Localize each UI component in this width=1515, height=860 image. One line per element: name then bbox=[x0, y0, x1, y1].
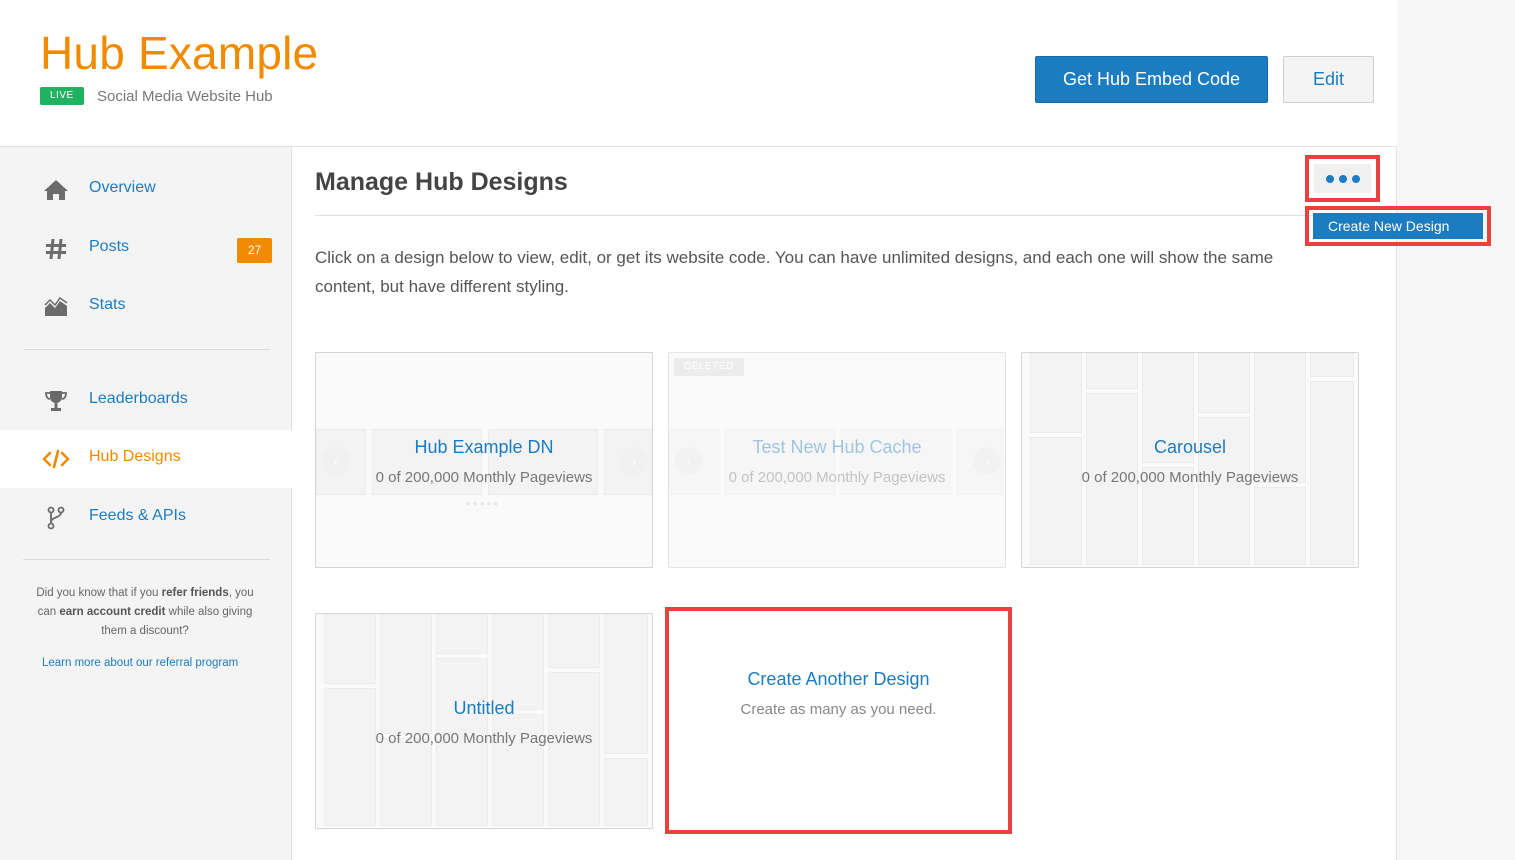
sidebar-item-overview[interactable]: Overview bbox=[0, 161, 292, 219]
title-divider bbox=[315, 215, 1370, 216]
design-card-untitled[interactable]: Untitled 0 of 200,000 Monthly Pageviews bbox=[315, 613, 653, 829]
referral-program-link[interactable]: Learn more about our referral program bbox=[42, 657, 238, 669]
create-another-subtitle: Create as many as you need. bbox=[740, 701, 937, 718]
design-name: Untitled bbox=[453, 698, 515, 718]
sidebar-item-label: Stats bbox=[89, 296, 126, 313]
sidebar-item-feeds-apis[interactable]: Feeds & APIs bbox=[0, 489, 292, 547]
code-icon bbox=[42, 446, 70, 472]
more-dots-icon[interactable] bbox=[1314, 164, 1371, 193]
create-new-highlight: Create New Design bbox=[1305, 206, 1491, 246]
right-gutter bbox=[1398, 0, 1515, 860]
create-another-design-card[interactable]: Create Another Design Create as many as … bbox=[671, 613, 1006, 828]
home-icon bbox=[42, 177, 70, 203]
live-status-badge: LIVE bbox=[40, 87, 84, 105]
create-new-design-button[interactable]: Create New Design bbox=[1313, 213, 1483, 239]
referral-note: Did you know that if you refer friends, … bbox=[36, 587, 254, 637]
design-pageviews: 0 of 200,000 Monthly Pageviews bbox=[375, 469, 593, 486]
app-window: Hub Example LIVE Social Media Website Hu… bbox=[0, 0, 1397, 860]
sidebar-item-hub-designs[interactable]: Hub Designs bbox=[0, 430, 292, 488]
sidebar-item-leaderboards[interactable]: Leaderboards bbox=[0, 372, 292, 430]
carousel-dots: ●●●●● bbox=[466, 499, 501, 508]
hub-header: Hub Example LIVE Social Media Website Hu… bbox=[0, 0, 1397, 147]
hub-subtitle: Social Media Website Hub bbox=[97, 88, 273, 105]
design-card-carousel[interactable]: Carousel 0 of 200,000 Monthly Pageviews bbox=[1021, 352, 1359, 568]
sidebar-item-label: Posts bbox=[89, 238, 130, 255]
create-another-highlight: Create Another Design Create as many as … bbox=[665, 607, 1012, 834]
sidebar-item-label: Leaderboards bbox=[89, 390, 188, 407]
get-embed-code-button[interactable]: Get Hub Embed Code bbox=[1035, 56, 1268, 103]
sidebar-divider bbox=[23, 349, 270, 350]
design-pageviews: 0 of 200,000 Monthly Pageviews bbox=[375, 730, 593, 747]
design-name: Hub Example DN bbox=[414, 437, 554, 457]
edit-hub-button[interactable]: Edit bbox=[1283, 56, 1374, 103]
more-menu-highlight bbox=[1305, 155, 1380, 202]
hub-title: Hub Example bbox=[40, 27, 319, 79]
stats-chart-icon bbox=[42, 294, 70, 320]
design-name: Carousel bbox=[1153, 437, 1227, 457]
fork-icon bbox=[42, 505, 70, 531]
trophy-icon bbox=[42, 388, 70, 414]
page-title: Manage Hub Designs bbox=[315, 168, 568, 196]
posts-count-badge: 27 bbox=[237, 238, 272, 263]
design-card-hub-example-dn[interactable]: ‹ › ●●●●● Hub Example DN 0 of 200,000 Mo… bbox=[315, 352, 653, 568]
design-pageviews: 0 of 200,000 Monthly Pageviews bbox=[728, 469, 946, 486]
intro-text: Click on a design below to view, edit, o… bbox=[315, 248, 1274, 296]
create-another-title: Create Another Design bbox=[747, 669, 930, 689]
hashtag-icon bbox=[42, 236, 70, 262]
sidebar-divider bbox=[23, 559, 270, 560]
design-pageviews: 0 of 200,000 Monthly Pageviews bbox=[1081, 469, 1299, 486]
sidebar-item-stats[interactable]: Stats bbox=[0, 278, 292, 336]
card-preview bbox=[316, 614, 652, 828]
sidebar-item-label: Hub Designs bbox=[89, 448, 181, 465]
card-preview bbox=[1022, 353, 1358, 567]
sidebar-item-label: Overview bbox=[89, 179, 156, 196]
sidebar: Overview Posts 27 Stats Leaderboards Hub… bbox=[0, 147, 292, 860]
card-preview: ‹ › ●●●●● bbox=[316, 353, 652, 567]
design-card-test-new-hub-cache[interactable]: ‹ › DELETED Test New Hub Cache 0 of 200,… bbox=[668, 352, 1006, 568]
card-preview: ‹ › bbox=[669, 353, 1005, 567]
deleted-badge: DELETED bbox=[674, 358, 744, 376]
sidebar-item-label: Feeds & APIs bbox=[89, 507, 186, 524]
design-name: Test New Hub Cache bbox=[752, 437, 922, 457]
